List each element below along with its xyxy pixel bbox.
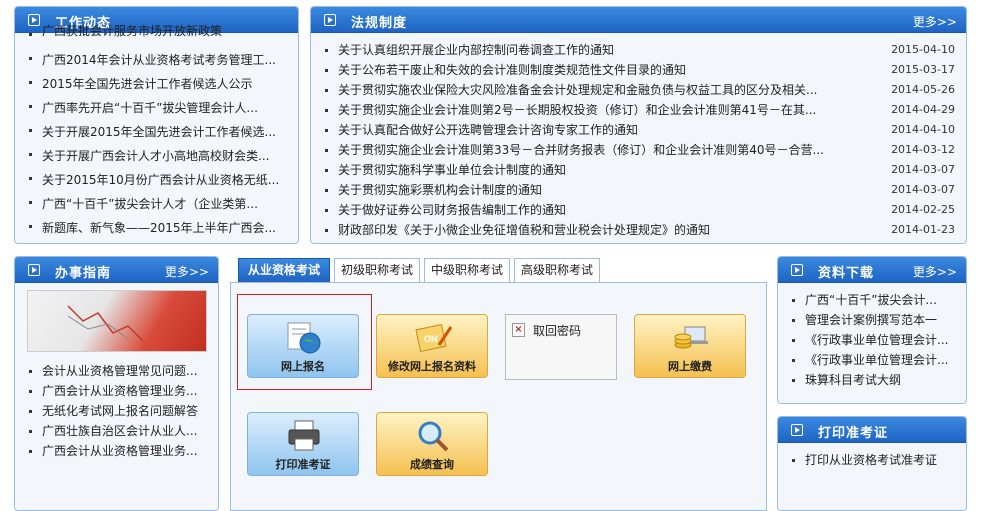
online-payment-button[interactable]: 网上缴费 bbox=[634, 314, 746, 378]
print-ticket-list: 打印从业资格考试准考证 bbox=[790, 450, 962, 470]
list-item[interactable]: 无纸化考试网上报名问题解答 bbox=[27, 401, 213, 421]
downloads-list: 广西“十百千”拔尖会计... 管理会计案例撰写范本一 《行政事业单位管理会计..… bbox=[790, 290, 962, 390]
list-item[interactable]: 广西2014年会计从业资格考试考务管理工... bbox=[27, 48, 289, 72]
regulations-title: 法规制度 bbox=[351, 16, 408, 31]
coins-laptop-icon bbox=[674, 326, 708, 349]
register-globe-icon bbox=[287, 322, 321, 354]
list-item[interactable]: 广西获批会计服务市场开放新政策 bbox=[27, 24, 289, 42]
list-item[interactable]: 广西“十百千”拔尖会计... bbox=[790, 290, 962, 310]
arrow-box-icon bbox=[791, 424, 803, 436]
regulations-panel: 法规制度 更多>> 关于认真组织开展企业内部控制问卷调查工作的通知 2015-04… bbox=[310, 6, 967, 244]
list-item[interactable]: 会计从业资格管理常见问题... bbox=[27, 361, 213, 381]
list-item[interactable]: 2015年全国先进会计工作者候选人公示 bbox=[27, 72, 289, 96]
finance-chart-photo bbox=[27, 290, 207, 352]
broken-image-icon: × bbox=[512, 323, 525, 337]
magnifier-icon bbox=[418, 421, 449, 452]
tab-junior-exam[interactable]: 初级职称考试 bbox=[334, 258, 420, 282]
list-item[interactable]: 关于认真组织开展企业内部控制问卷调查工作的通知 2015-04-10 bbox=[323, 40, 955, 60]
list-item[interactable]: 关于贯彻实施企业会计准则第2号－长期股权投资（修订）和企业会计准则第41号－在其… bbox=[323, 100, 955, 120]
list-item[interactable]: 广西率先开启“十百千”拔尖管理会计人... bbox=[27, 96, 289, 120]
list-item[interactable]: 关于贯彻实施农业保险大灾风险准备金会计处理规定和金融负债与权益工具的区分及相关.… bbox=[323, 80, 955, 100]
guide-title: 办事指南 bbox=[55, 266, 112, 281]
list-item[interactable]: 关于认真配合做好公开选聘管理会计咨询专家工作的通知 2014-04-10 bbox=[323, 120, 955, 140]
tab-senior-exam[interactable]: 高级职称考试 bbox=[514, 258, 600, 282]
tab-qualification-exam[interactable]: 从业资格考试 bbox=[238, 258, 330, 282]
list-item[interactable]: 关于2015年10月份广西会计从业资格无纸... bbox=[27, 168, 289, 192]
chart-lines-icon bbox=[67, 305, 144, 342]
regulations-list: 关于认真组织开展企业内部控制问卷调查工作的通知 2015-04-10 关于公布若干… bbox=[323, 40, 955, 240]
regulations-header: 法规制度 更多>> bbox=[311, 7, 966, 33]
downloads-title: 资料下载 bbox=[818, 266, 875, 281]
printer-icon bbox=[288, 420, 320, 451]
regulations-more-link[interactable]: 更多>> bbox=[913, 13, 957, 30]
retrieve-password-box[interactable]: × 取回密码 bbox=[505, 314, 617, 380]
tab-intermediate-exam[interactable]: 中级职称考试 bbox=[424, 258, 510, 282]
list-item[interactable]: 关于开展2015年全国先进会计工作者候选... bbox=[27, 120, 289, 144]
downloads-header: 资料下载 更多>> bbox=[778, 257, 966, 283]
list-item[interactable]: 广西会计从业资格管理业务... bbox=[27, 381, 213, 401]
list-item[interactable]: 关于贯彻实施科学事业单位会计制度的通知 2014-03-07 bbox=[323, 160, 955, 180]
guide-header: 办事指南 更多>> bbox=[15, 257, 218, 283]
list-item[interactable]: 广西“十百千”拔尖会计人才（企业类第... bbox=[27, 192, 289, 216]
retrieve-password-label: 取回密码 bbox=[533, 324, 582, 338]
print-ticket-button[interactable]: 打印准考证 bbox=[247, 412, 359, 476]
print-ticket-header: 打印准考证 bbox=[778, 417, 966, 443]
print-ticket-title: 打印准考证 bbox=[818, 426, 889, 441]
score-query-button[interactable]: 成绩查询 bbox=[376, 412, 488, 476]
edit-note-icon: ON bbox=[415, 323, 453, 353]
list-item[interactable]: 关于贯彻实施企业会计准则第33号－合并财务报表（修订）和企业会计准则第40号－合… bbox=[323, 140, 955, 160]
list-item[interactable]: 广西壮族自治区会计从业人... bbox=[27, 421, 213, 441]
list-item[interactable]: 广西会计从业资格管理业务... bbox=[27, 441, 213, 461]
arrow-box-icon bbox=[791, 264, 803, 276]
list-item[interactable]: 珠算科目考试大纲 bbox=[790, 370, 962, 390]
list-item[interactable]: 打印从业资格考试准考证 bbox=[790, 450, 962, 470]
guide-list: 会计从业资格管理常见问题... 广西会计从业资格管理业务... 无纸化考试网上报… bbox=[27, 361, 213, 461]
list-item[interactable]: 《行政事业单位管理会计... bbox=[790, 330, 962, 350]
work-news-list: 广西获批会计服务市场开放新政策 广西2014年会计从业资格考试考务管理工... … bbox=[27, 24, 289, 240]
work-news-panel: 工作动态 广西获批会计服务市场开放新政策 广西2014年会计从业资格考试考务管理… bbox=[14, 6, 299, 244]
list-item[interactable]: 新题库、新气象——2015年上半年广西会... bbox=[27, 216, 289, 240]
list-item[interactable]: 《行政事业单位管理会计... bbox=[790, 350, 962, 370]
arrow-box-icon bbox=[324, 14, 336, 26]
list-item[interactable]: 关于做好证券公司财务报告编制工作的通知 2014-02-25 bbox=[323, 200, 955, 220]
guide-more-link[interactable]: 更多>> bbox=[165, 263, 209, 280]
downloads-panel: 资料下载 更多>> 广西“十百千”拔尖会计... 管理会计案例撰写范本一 《行政… bbox=[777, 256, 967, 404]
modify-info-button[interactable]: ON 修改网上报名资料 bbox=[376, 314, 488, 378]
online-register-button[interactable]: 网上报名 bbox=[247, 314, 359, 378]
print-ticket-panel: 打印准考证 打印从业资格考试准考证 bbox=[777, 416, 967, 511]
list-item[interactable]: 管理会计案例撰写范本一 bbox=[790, 310, 962, 330]
arrow-box-icon bbox=[28, 264, 40, 276]
downloads-more-link[interactable]: 更多>> bbox=[913, 263, 957, 280]
list-item[interactable]: 财政部印发《关于小微企业免征增值税和营业税会计处理规定》的通知 2014-01-2… bbox=[323, 220, 955, 240]
exam-tab-body: 网上报名 ON 修改网上报名资料 × 取回密码 网上缴费 打印准考证 成绩查询 bbox=[230, 282, 767, 511]
on-badge: ON bbox=[424, 334, 438, 344]
list-item[interactable]: 关于贯彻实施彩票机构会计制度的通知 2014-03-07 bbox=[323, 180, 955, 200]
list-item[interactable]: 关于公布若干废止和失效的会计准则制度类规范性文件目录的通知 2015-03-17 bbox=[323, 60, 955, 80]
list-item[interactable]: 关于开展广西会计人才小高地高校财会类... bbox=[27, 144, 289, 168]
